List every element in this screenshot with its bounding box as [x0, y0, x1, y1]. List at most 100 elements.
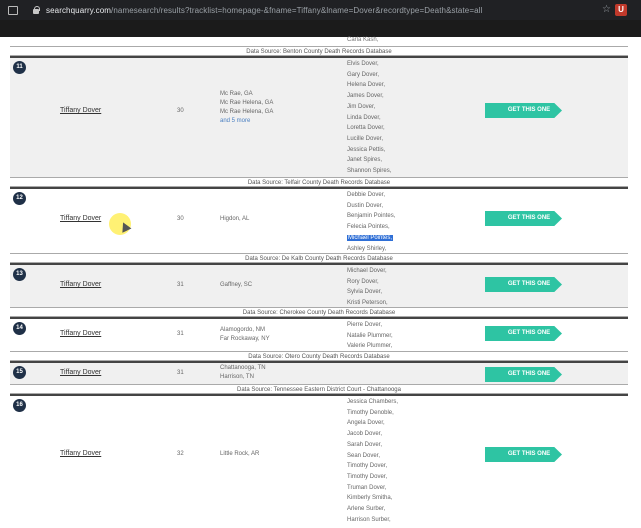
result-locations: Mc Rae, GA Mc Rae Helena, GA Mc Rae Helena… — [220, 90, 273, 126]
relative-name: Rory Dover, — [347, 278, 379, 285]
location-item: Higdon, AL — [220, 216, 250, 222]
result-relatives: Pierre Dover, Natalie Plummer, Valerie Plu… — [347, 320, 393, 352]
get-this-one-button[interactable]: GET THIS ONE — [485, 447, 562, 462]
result-name-link[interactable]: Tiffany Dover — [60, 215, 101, 222]
data-source-label: Data Source: Tennessee Eastern District … — [10, 384, 628, 394]
location-item: Chattanooga, TN — [220, 365, 266, 371]
result-number-badge: 13 — [13, 268, 26, 281]
get-this-one-button[interactable]: GET THIS ONE — [485, 103, 562, 118]
result-name-link[interactable]: Tiffany Dover — [60, 107, 101, 114]
relative-name: Sarah Dover, — [347, 441, 383, 448]
relative-name: Dustin Dover, — [347, 202, 384, 209]
data-source-label: Data Source: De Kalb County Death Record… — [10, 253, 628, 263]
relative-name: Sylvia Dover, — [347, 289, 383, 296]
result-age: 32 — [177, 451, 184, 457]
result-age: 30 — [177, 108, 184, 114]
result-row: 15 Tiffany Dover 31 Chattanooga, TN Harrison… — [10, 361, 628, 384]
relative-name: Gary Dover, — [347, 71, 380, 78]
relative-name: Truman Dover, — [347, 484, 387, 491]
relative-name: Debbie Dover, — [347, 192, 386, 198]
location-item: Little Rock, AR — [220, 451, 260, 457]
url-host: searchquarry.com — [46, 5, 112, 15]
relative-name: Harrison Surber, — [347, 516, 391, 523]
relative-name: Valerie Plummer, — [347, 343, 393, 350]
previous-result-tail: Carla Kash, — [10, 37, 628, 46]
location-item: Harrison, TN — [220, 374, 254, 380]
result-number-badge: 15 — [13, 366, 26, 379]
get-this-one-button[interactable]: GET THIS ONE — [485, 326, 562, 341]
result-locations: Higdon, AL — [220, 215, 249, 224]
relative-name: Janet Spires, — [347, 157, 383, 164]
location-item: Gaffney, SC — [220, 282, 253, 288]
bookmark-star-icon[interactable]: ☆ — [602, 4, 611, 15]
result-age: 31 — [177, 370, 184, 376]
location-item: Mc Rae Helena, GA — [220, 109, 274, 115]
relative-name: Linda Dover, — [347, 114, 381, 121]
relative-name: Jessica Chambers, — [347, 399, 399, 405]
result-relatives: Jessica Chambers, Timothy Denoble, Angela … — [347, 397, 398, 525]
get-this-one-button[interactable]: GET THIS ONE — [485, 211, 562, 226]
location-item: Mc Rae, GA — [220, 91, 253, 97]
result-relatives: Elvis Dover, Gary Dover, Helena Dover, Jame… — [347, 59, 391, 177]
url-field[interactable]: searchquarry.com/namesearch/results?trac… — [46, 6, 482, 15]
relative-name: Pierre Dover, — [347, 322, 383, 328]
url-path: /namesearch/results?tracklist=homepage-&… — [111, 5, 483, 15]
relative-name: Helena Dover, — [347, 82, 386, 89]
result-name-link[interactable]: Tiffany Dover — [60, 330, 101, 337]
extension-shield-icon[interactable]: U — [615, 4, 627, 16]
relative-name: Elvis Dover, — [347, 61, 379, 67]
relative-name: Kristi Peterson, — [347, 300, 388, 307]
relative-name: Michael Dover, — [347, 268, 387, 274]
more-locations-link[interactable]: and 5 more — [220, 117, 273, 126]
data-source-label: Data Source: Benton County Death Records… — [10, 46, 628, 56]
result-row: 13 Tiffany Dover 31 Gaffney, SC Michael Dove… — [10, 263, 628, 307]
get-this-one-button[interactable]: GET THIS ONE — [485, 367, 562, 382]
location-item: Mc Rae Helena, GA — [220, 100, 274, 106]
result-number-badge: 16 — [13, 399, 26, 412]
relative-name: Angela Dover, — [347, 420, 385, 427]
data-source-label: Data Source: Telfair County Death Record… — [10, 177, 628, 187]
relative-name: Timothy Dover, — [347, 463, 388, 470]
relative-name: Jessica Pettis, — [347, 146, 386, 153]
result-name-link[interactable]: Tiffany Dover — [60, 369, 101, 376]
lock-icon[interactable] — [32, 6, 40, 14]
relative-name: Lucille Dover, — [347, 135, 384, 142]
result-locations: Gaffney, SC — [220, 281, 252, 290]
relative-name: Timothy Dover, — [347, 473, 388, 480]
relative-name: Loretta Dover, — [347, 125, 385, 132]
relative-name: Ashley Shirley, — [347, 245, 387, 252]
relative-name: Shannon Spires, — [347, 168, 392, 175]
data-source-label: Data Source: Otero County Death Records … — [10, 351, 628, 361]
location-item: Far Rockaway, NY — [220, 336, 270, 342]
result-name-link[interactable]: Tiffany Dover — [60, 281, 101, 288]
browser-address-bar: searchquarry.com/namesearch/results?trac… — [0, 0, 641, 20]
relative-name: Jim Dover, — [347, 103, 376, 110]
relative-name: Natalie Plummer, — [347, 332, 393, 339]
result-locations: Alamogordo, NM Far Rockaway, NY — [220, 326, 270, 344]
result-name-link[interactable]: Tiffany Dover — [60, 450, 101, 457]
result-row: 11 Tiffany Dover 30 Mc Rae, GA Mc Rae Helena… — [10, 56, 628, 177]
result-number-badge: 11 — [13, 61, 26, 74]
relative-name: Michael Pointes, — [347, 234, 394, 241]
site-header-band — [0, 20, 641, 37]
relative-name: James Dover, — [347, 93, 384, 100]
tab-overview-icon[interactable] — [8, 5, 18, 15]
result-age: 31 — [177, 282, 184, 288]
relative-name: Kimberly Smitha, — [347, 495, 393, 502]
result-age: 30 — [177, 216, 184, 222]
result-row: 16 Tiffany Dover 32 Little Rock, AR Jessica … — [10, 394, 628, 524]
result-row: 12 Tiffany Dover 30 Higdon, AL Debbie Dover,… — [10, 187, 628, 253]
result-age: 31 — [177, 331, 184, 337]
results-list: Carla Kash, Data Source: Benton County D… — [10, 37, 628, 524]
result-relatives: Debbie Dover, Dustin Dover, Benjamin Point… — [347, 190, 395, 254]
get-this-one-button[interactable]: GET THIS ONE — [485, 277, 562, 292]
result-locations: Chattanooga, TN Harrison, TN — [220, 364, 266, 382]
location-item: Alamogordo, NM — [220, 327, 266, 333]
data-source-label: Data Source: Cherokee County Death Recor… — [10, 307, 628, 317]
relative-name: Benjamin Pointes, — [347, 213, 396, 220]
relative-name: Timothy Denoble, — [347, 409, 394, 416]
relative-name: Carla Kash, — [347, 37, 379, 43]
result-locations: Little Rock, AR — [220, 450, 259, 459]
result-number-badge: 12 — [13, 192, 26, 205]
relative-name: Arlene Surber, — [347, 506, 386, 513]
